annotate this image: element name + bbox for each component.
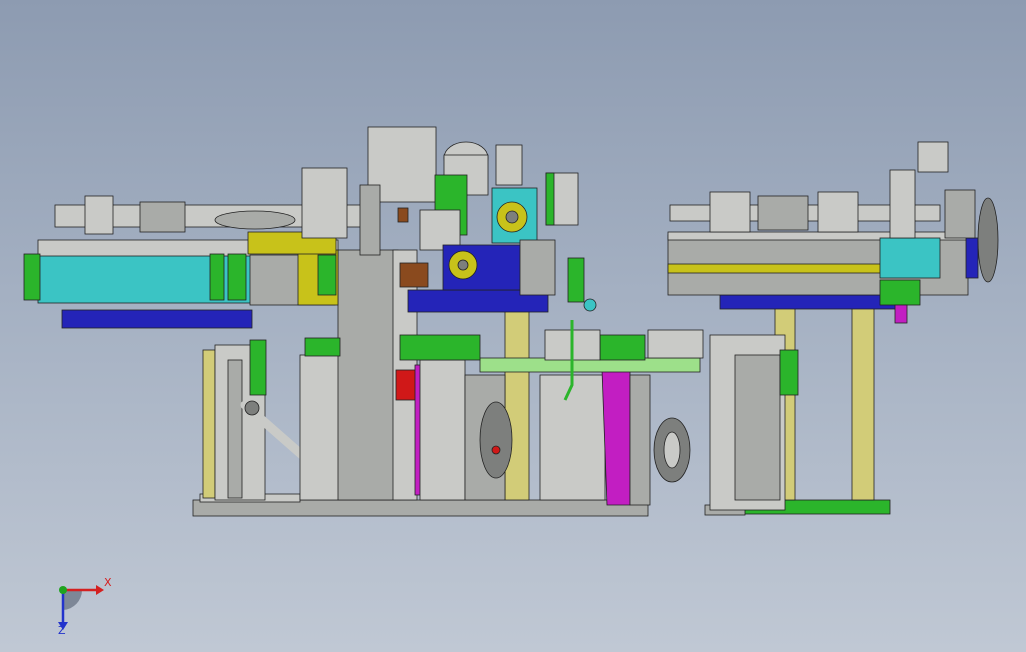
cylinder-piston: [214, 210, 296, 230]
top-cylinder-body: [139, 201, 186, 233]
brown-bearing: [399, 262, 429, 288]
right-cylinder-end-1: [709, 191, 751, 233]
small-brown-part: [397, 207, 409, 223]
head-right-green: [545, 172, 555, 226]
right-pedestal-inner: [734, 354, 781, 501]
head-right-green-2: [567, 257, 585, 303]
x-axis-arrowhead: [96, 585, 104, 595]
green-clamp-mid-2: [227, 253, 247, 301]
cad-viewport[interactable]: X Z: [0, 0, 1026, 652]
green-clamp-left: [23, 253, 41, 301]
right-machine-assembly: [667, 141, 999, 516]
right-top-motor: [917, 141, 949, 173]
x-axis-label: X: [104, 576, 112, 589]
machine-assembly-drawing: X Z: [23, 126, 999, 637]
drive-pulley-left-hub: [457, 259, 469, 271]
right-side-block: [944, 189, 976, 239]
right-cylinder-body: [757, 195, 809, 231]
head-right-lower: [519, 239, 556, 296]
middle-column: [419, 359, 466, 501]
head-left-block: [301, 167, 348, 239]
right-magenta-tip: [894, 304, 908, 324]
right-support-rod-2: [851, 304, 875, 501]
right-green-slider: [879, 279, 921, 306]
right-cylinder-end-2: [817, 191, 859, 233]
support-rod-2: [504, 299, 530, 501]
head-teal-knob: [583, 298, 597, 312]
rail-right-block: [647, 329, 704, 359]
right-blue-beam: [719, 294, 906, 310]
green-clamp-right: [317, 254, 337, 296]
left-machine-assembly: [23, 126, 704, 517]
right-cyan-head: [879, 237, 941, 279]
left-pedestal-green: [249, 339, 267, 396]
drive-wheel: [479, 401, 513, 479]
green-clamp-mid-1: [209, 253, 225, 301]
magenta-wedge: [601, 369, 631, 506]
motor-end-plate: [629, 374, 651, 506]
diagonal-fitting: [244, 400, 260, 416]
green-rail-block-2: [599, 334, 646, 361]
z-axis-label: Z: [58, 624, 66, 637]
left-blue-beam: [61, 309, 253, 329]
top-cylinder-end: [84, 195, 114, 235]
head-vertical-plate: [359, 184, 381, 256]
right-blue-end: [965, 237, 979, 279]
head-mid-block: [419, 209, 461, 251]
green-rail-block: [399, 334, 481, 361]
side-pulley-inner: [663, 431, 681, 469]
y-axis-point: [59, 586, 67, 594]
triad-shadow: [63, 590, 83, 610]
wheel-hub: [491, 445, 501, 455]
axis-triad: X Z: [58, 576, 112, 637]
motor-top-block: [495, 144, 523, 186]
motor-housing: [539, 374, 606, 501]
drive-pulley-right-hub: [505, 210, 519, 224]
center-upright: [337, 249, 399, 501]
right-carriage-yellow: [667, 263, 889, 274]
right-side-pulley: [977, 197, 999, 283]
support-rod-1: [202, 349, 216, 499]
right-vertical-post: [889, 169, 916, 239]
right-pedestal-green: [779, 349, 799, 396]
center-green-block: [304, 337, 341, 357]
left-pedestal-inner: [227, 359, 243, 499]
